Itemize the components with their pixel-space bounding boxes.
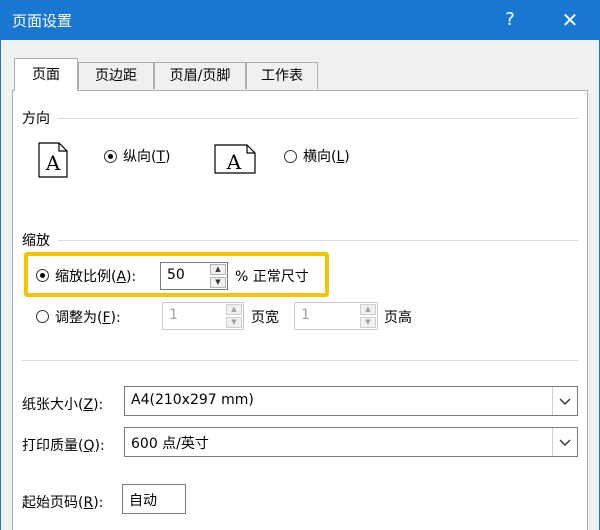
first-page-value[interactable]: 自动 — [129, 490, 157, 510]
spin-down-arrow-icon[interactable]: ▼ — [226, 317, 242, 328]
tab-sheet[interactable]: 工作表 — [246, 62, 318, 89]
tab-page[interactable]: 页面 — [14, 58, 78, 91]
pages-wide-spinner[interactable]: 1 ▲ ▼ — [162, 302, 244, 330]
adjust-to-label[interactable]: 缩放比例(A): — [55, 266, 136, 286]
paper-size-value[interactable]: A4(210x297 mm) — [131, 392, 254, 408]
print-quality-label: 打印质量(Q): — [22, 438, 105, 454]
chevron-down-icon — [559, 398, 571, 405]
landscape-icon-letter: A — [226, 150, 242, 174]
tab-margins[interactable]: 页边距 — [78, 62, 154, 89]
scale-percent-spinner[interactable]: 50 ▲ ▼ — [160, 262, 228, 290]
first-page-input[interactable]: 自动 — [122, 484, 186, 514]
first-page-label: 起始页码(R): — [22, 495, 104, 511]
landscape-label[interactable]: 横向(L) — [303, 146, 350, 166]
pages-wide-value[interactable]: 1 — [169, 307, 178, 323]
pages-tall-value[interactable]: 1 — [301, 307, 310, 323]
print-quality-select[interactable]: 600 点/英寸 — [124, 427, 578, 457]
chevron-down-icon — [559, 439, 571, 446]
scale-percent-value[interactable]: 50 — [167, 267, 185, 283]
dropdown-button[interactable] — [552, 387, 577, 415]
window-title: 页面设置 — [12, 12, 73, 30]
pages-wide-label: 页宽 — [251, 310, 279, 326]
spin-up-arrow-icon[interactable]: ▲ — [210, 264, 226, 275]
landscape-radio[interactable] — [284, 150, 297, 163]
separator — [22, 360, 578, 361]
adjust-to-radio[interactable] — [36, 269, 49, 282]
spin-down-arrow-icon[interactable]: ▼ — [210, 277, 226, 288]
section-scaling: 缩放 — [22, 233, 50, 249]
fit-to-label[interactable]: 调整为(F): — [55, 307, 121, 327]
scale-suffix-label: % 正常尺寸 — [235, 269, 309, 285]
pages-tall-label: 页高 — [384, 310, 412, 326]
pages-tall-spinner[interactable]: 1 ▲ ▼ — [294, 302, 378, 330]
separator — [58, 118, 578, 119]
section-orientation: 方向 — [22, 111, 50, 127]
dropdown-button[interactable] — [552, 428, 577, 456]
separator — [58, 240, 578, 241]
spin-up-arrow-icon[interactable]: ▲ — [360, 304, 376, 315]
tab-header-footer[interactable]: 页眉/页脚 — [154, 62, 246, 89]
spin-down-arrow-icon[interactable]: ▼ — [360, 317, 376, 328]
close-button[interactable]: ✕ — [552, 6, 588, 34]
fit-to-radio[interactable] — [36, 310, 49, 323]
title-bar: 页面设置 ? ✕ — [0, 0, 600, 40]
portrait-page-icon: A — [38, 142, 68, 178]
portrait-radio[interactable] — [104, 150, 117, 163]
landscape-page-icon: A — [214, 144, 256, 174]
spin-up-arrow-icon[interactable]: ▲ — [226, 304, 242, 315]
print-quality-value[interactable]: 600 点/英寸 — [131, 433, 209, 453]
paper-size-label: 纸张大小(Z): — [22, 397, 104, 413]
paper-size-select[interactable]: A4(210x297 mm) — [124, 386, 578, 416]
help-button[interactable]: ? — [492, 6, 528, 34]
portrait-label[interactable]: 纵向(T) — [123, 146, 171, 166]
portrait-icon-letter: A — [45, 151, 61, 175]
